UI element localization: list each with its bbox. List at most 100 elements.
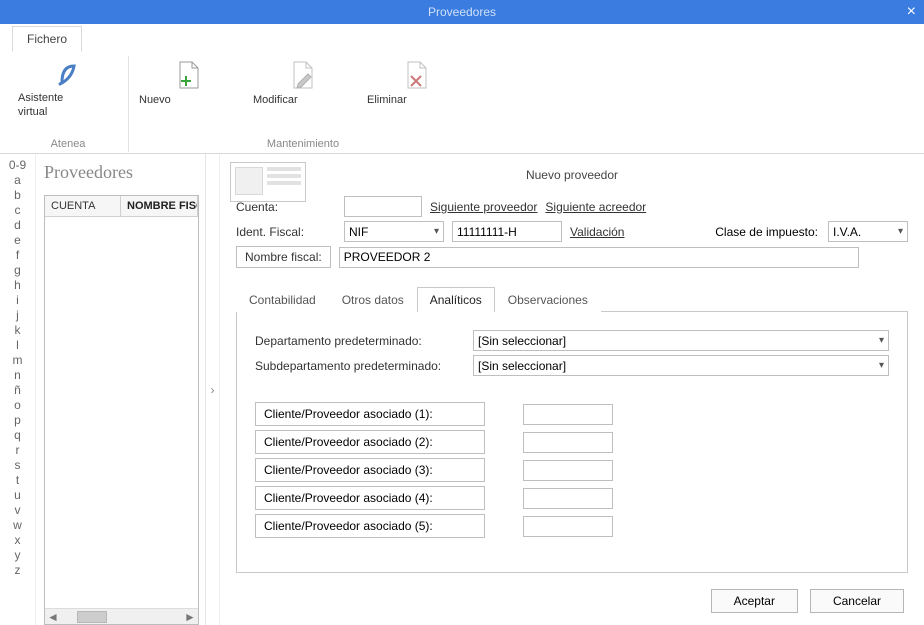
alpha-item[interactable]: v [15,503,21,518]
ident-numero-input[interactable] [452,221,562,242]
scroll-right-icon[interactable]: ► [182,609,198,625]
modify-button[interactable]: Modificar [249,56,357,108]
label-subdepartamento: Subdepartamento predeterminado: [255,359,465,373]
link-siguiente-proveedor[interactable]: Siguiente proveedor [430,200,537,214]
alpha-item[interactable]: j [16,308,19,323]
edit-document-icon [288,58,318,92]
scroll-thumb[interactable] [77,611,107,623]
new-document-icon [174,58,204,92]
alpha-item[interactable]: x [15,533,21,548]
grid-scrollbar-x[interactable]: ◄ ► [45,608,198,624]
tab-body-analiticos: Departamento predeterminado: [Sin selecc… [236,312,908,573]
chevron-down-icon: ▾ [879,360,884,371]
asociado-input-2[interactable] [523,432,613,453]
grid-header: CUENTA NOMBRE FISCAL [45,196,198,217]
asociado-label: Cliente/Proveedor asociado (4): [255,486,485,510]
alpha-item[interactable]: b [14,188,21,203]
alpha-item[interactable]: l [16,338,19,353]
alpha-item[interactable]: o [14,398,21,413]
nombre-fiscal-input[interactable] [339,247,859,268]
grid-col-nombre[interactable]: NOMBRE FISCAL [121,196,198,216]
label-ident-fiscal: Ident. Fiscal: [236,225,336,239]
alpha-item[interactable]: m [13,353,23,368]
assistant-button[interactable]: Asistente virtual [14,56,122,120]
alpha-item[interactable]: g [14,263,21,278]
alpha-item[interactable]: c [15,203,21,218]
delete-label: Eliminar [367,94,467,106]
cancel-button[interactable]: Cancelar [810,589,904,613]
tab-otros-datos[interactable]: Otros datos [329,287,417,312]
picture-icon [235,167,263,195]
expand-handle[interactable]: › [206,154,220,625]
alpha-item[interactable]: f [16,248,19,263]
departamento-combo[interactable]: [Sin seleccionar] ▾ [473,330,889,351]
asociado-label: Cliente/Proveedor asociado (3): [255,458,485,482]
asociado-row: Cliente/Proveedor asociado (1): [255,402,889,426]
departamento-value: [Sin seleccionar] [478,334,566,348]
asociado-input-3[interactable] [523,460,613,481]
alpha-item[interactable]: q [14,428,21,443]
alpha-item[interactable]: y [15,548,21,563]
tab-contabilidad[interactable]: Contabilidad [236,287,329,312]
alpha-item[interactable]: 0-9 [9,158,26,173]
alpha-item[interactable]: i [16,293,19,308]
grid-proveedores[interactable]: CUENTA NOMBRE FISCAL ◄ ► [44,195,199,625]
new-button[interactable]: Nuevo [135,56,243,108]
asociado-input-5[interactable] [523,516,613,537]
asociado-row: Cliente/Proveedor asociado (5): [255,514,889,538]
label-nombre-fiscal: Nombre fiscal: [236,246,331,268]
alpha-item[interactable]: e [14,233,21,248]
asociado-row: Cliente/Proveedor asociado (4): [255,486,889,510]
ribbon-group-assistant: Asistente virtual Atenea [8,56,129,152]
chevron-down-icon: ▾ [434,226,439,237]
chevron-down-icon: ▾ [879,335,884,346]
delete-button[interactable]: Eliminar [363,56,471,108]
alpha-item[interactable]: u [14,488,21,503]
alpha-item[interactable]: r [16,443,20,458]
alpha-item[interactable]: d [14,218,21,233]
form-tabs: Contabilidad Otros datos Analíticos Obse… [236,286,908,312]
tab-analiticos[interactable]: Analíticos [417,287,495,312]
assistant-label-2: virtual [18,106,118,118]
image-placeholder[interactable] [230,162,306,202]
subdepartamento-combo[interactable]: [Sin seleccionar] ▾ [473,355,889,376]
asociado-row: Cliente/Proveedor asociado (3): [255,458,889,482]
ident-tipo-combo[interactable]: NIF ▾ [344,221,444,242]
clase-impuesto-value: I.V.A. [833,225,861,239]
asociado-label: Cliente/Proveedor asociado (1): [255,402,485,426]
modify-label: Modificar [253,94,353,106]
alpha-item[interactable]: s [15,458,21,473]
label-departamento: Departamento predeterminado: [255,334,465,348]
alpha-item[interactable]: h [14,278,21,293]
cuenta-input[interactable] [344,196,422,217]
alpha-item[interactable]: n [14,368,21,383]
pane-title: Proveedores [44,162,199,183]
label-clase-impuesto: Clase de impuesto: [715,225,818,239]
chevron-right-icon: › [211,383,215,397]
alpha-item[interactable]: w [13,518,22,533]
grid-col-cuenta[interactable]: CUENTA [45,196,121,216]
alpha-item[interactable]: a [14,173,21,188]
asociado-input-1[interactable] [523,404,613,425]
alpha-item[interactable]: ñ [14,383,21,398]
ribbon-group-maintenance: Nuevo Modificar [129,56,477,152]
close-icon[interactable]: × [907,0,916,24]
ident-tipo-value: NIF [349,225,368,239]
alpha-item[interactable]: z [15,563,21,578]
clase-impuesto-combo[interactable]: I.V.A. ▾ [828,221,908,242]
link-validacion[interactable]: Validación [570,225,624,239]
alpha-item[interactable]: t [16,473,19,488]
maintenance-caption: Mantenimiento [267,138,339,150]
asociado-label: Cliente/Proveedor asociado (2): [255,430,485,454]
tab-observaciones[interactable]: Observaciones [495,287,601,312]
alpha-item[interactable]: k [15,323,21,338]
ribbon: Fichero Asistente virtual Atenea [0,24,924,154]
link-siguiente-acreedor[interactable]: Siguiente acreedor [545,200,646,214]
asociado-input-4[interactable] [523,488,613,509]
alpha-item[interactable]: p [14,413,21,428]
ribbon-tab-fichero[interactable]: Fichero [12,26,82,52]
scroll-left-icon[interactable]: ◄ [45,609,61,625]
alpha-index: 0-9abcdefghijklmnñopqrstuvwxyz [0,154,36,625]
asociado-label: Cliente/Proveedor asociado (5): [255,514,485,538]
accept-button[interactable]: Aceptar [711,589,798,613]
